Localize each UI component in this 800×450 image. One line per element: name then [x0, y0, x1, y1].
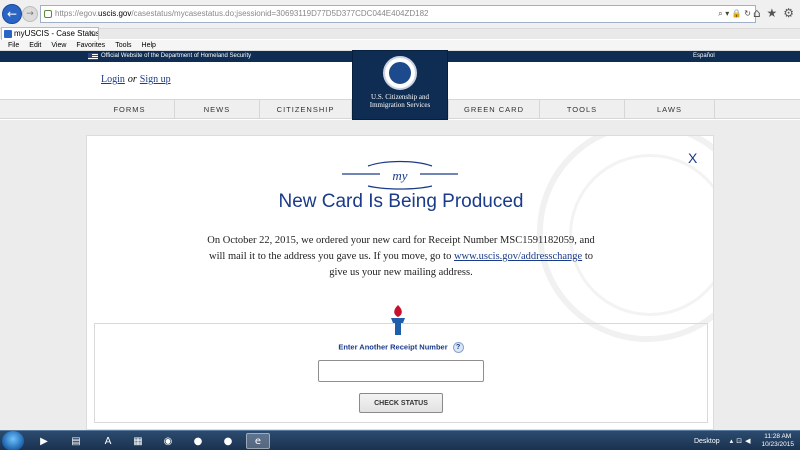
logo-line-2: Immigration Services [369, 101, 431, 109]
tray-icons[interactable]: ▴⊡◀ [730, 437, 754, 445]
browser-toolbar: ← → https://egov.uscis.gov/casestatus/my… [0, 0, 800, 29]
or-text: or [127, 74, 137, 85]
lock-status-icon[interactable]: 🔒 [732, 9, 742, 18]
network-icon[interactable]: ⊡ [736, 437, 745, 445]
signup-link[interactable]: Sign up [140, 74, 171, 85]
menu-file[interactable]: File [8, 40, 19, 50]
green-app-2-icon[interactable]: ● [216, 433, 240, 449]
tab-close-icon[interactable]: ✕ [88, 28, 95, 40]
login-link[interactable]: Login [101, 74, 125, 85]
menu-help[interactable]: Help [142, 40, 156, 50]
search-icon[interactable]: ⌕ [718, 9, 722, 18]
system-tray: Desktop ▴⊡◀ 11:28 AM 10/23/2015 [694, 431, 800, 450]
us-flag-icon [88, 53, 98, 60]
design-app-icon[interactable]: A [96, 433, 120, 449]
lock-icon [44, 10, 52, 18]
green-app-icon[interactable]: ● [186, 433, 210, 449]
torch-icon [391, 305, 405, 335]
file-explorer-icon[interactable]: ▦ [126, 433, 150, 449]
nav-green-card[interactable]: GREEN CARD [448, 100, 540, 119]
start-button[interactable] [2, 431, 24, 450]
my-uscis-logo-icon: my [342, 160, 458, 190]
arrow-right-icon: → [26, 9, 34, 19]
help-icon[interactable]: ? [452, 342, 464, 353]
volume-icon[interactable]: ◀ [745, 437, 753, 445]
office-app-icon[interactable]: ▤ [64, 433, 88, 449]
nav-laws[interactable]: LAWS [625, 100, 715, 119]
tab-title: myUSCIS - Case Status [14, 29, 99, 38]
desktop-toolbar[interactable]: Desktop [694, 438, 720, 445]
clock-date: 10/23/2015 [761, 441, 794, 448]
language-link[interactable]: Español [693, 51, 715, 62]
nav-tools[interactable]: TOOLS [540, 100, 625, 119]
refresh-icon[interactable]: ↻ [744, 9, 751, 18]
receipt-number-input[interactable] [318, 360, 484, 382]
media-player-icon[interactable]: ▶ [32, 433, 56, 449]
internet-explorer-icon[interactable]: e [246, 433, 270, 449]
arrow-left-icon: ← [6, 7, 18, 21]
case-status-card: X my New Card Is Being Produced On Octob… [86, 135, 714, 430]
gov-banner-text: Official Website of the Department of Ho… [101, 53, 252, 59]
address-change-link[interactable]: www.uscis.gov/addresschange [454, 251, 582, 262]
nav-forms[interactable]: FORMS [85, 100, 175, 119]
url-host: uscis.gov [98, 9, 132, 18]
url-path: /casestatus/mycasestatus.do;jsessionid=3… [131, 9, 429, 18]
close-button[interactable]: X [688, 150, 697, 166]
chrome-icon[interactable]: ◉ [156, 433, 180, 449]
menu-favorites[interactable]: Favorites [76, 40, 105, 50]
clock-time: 11:28 AM [764, 433, 792, 440]
address-tools[interactable]: ⌕ ▾ 🔒 ↻ [718, 6, 751, 22]
logo-line-1: U.S. Citizenship and [371, 93, 429, 101]
address-bar[interactable]: https://egov.uscis.gov/casestatus/mycase… [40, 5, 756, 23]
status-message: On October 22, 2015, we ordered your new… [207, 233, 595, 281]
favorites-star-icon[interactable]: ★ [766, 6, 777, 20]
logo-text: U.S. Citizenship and Immigration Service… [370, 93, 430, 109]
dhs-seal-icon [383, 56, 417, 90]
my-logo-text: my [392, 168, 407, 183]
auth-links: Login or Sign up [101, 74, 171, 85]
url-scheme: https:// [55, 9, 80, 18]
settings-gear-icon[interactable]: ⚙ [783, 6, 794, 20]
status-title: New Card Is Being Produced [278, 191, 524, 212]
receipt-label-text: Enter Another Receipt Number [338, 342, 448, 352]
forward-button[interactable]: → [22, 6, 38, 22]
taskbar: ▶ ▤ A ▦ ◉ ● ● e Desktop ▴⊡◀ 11:28 AM 10/… [0, 430, 800, 450]
menu-edit[interactable]: Edit [29, 40, 41, 50]
uscis-logo[interactable]: U.S. Citizenship and Immigration Service… [352, 50, 448, 120]
favicon-icon [4, 30, 12, 38]
menu-tools[interactable]: Tools [115, 40, 131, 50]
home-icon[interactable]: ⌂ [753, 6, 761, 20]
receipt-label: Enter Another Receipt Number? [87, 342, 713, 353]
clock[interactable]: 11:28 AM 10/23/2015 [761, 433, 794, 449]
tab-case-status[interactable]: myUSCIS - Case Status ✕ [1, 27, 99, 40]
nav-news[interactable]: NEWS [175, 100, 260, 119]
browser-icons: ⌂ ★ ⚙ [753, 6, 794, 20]
back-button[interactable]: ← [2, 4, 22, 24]
menu-view[interactable]: View [51, 40, 66, 50]
tab-strip [0, 29, 800, 39]
url-prefix: egov. [79, 9, 98, 18]
nav-citizenship[interactable]: CITIZENSHIP [260, 100, 352, 119]
check-status-button[interactable]: CHECK STATUS [359, 393, 443, 413]
